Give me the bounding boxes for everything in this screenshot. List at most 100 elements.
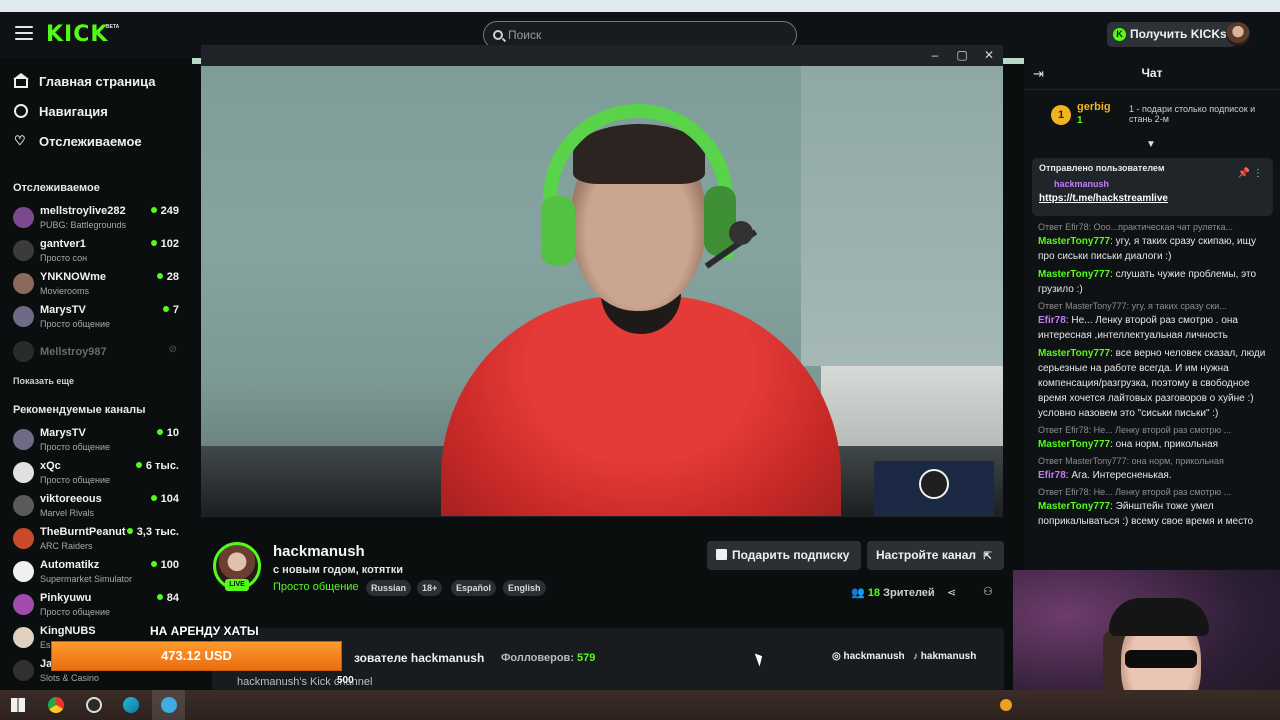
search-input[interactable] — [508, 26, 778, 44]
channel-viewers: 249 — [151, 205, 179, 217]
channel-settings-button[interactable]: Настройте канал ⇱ — [867, 541, 1004, 570]
chat-text: она норм, прикольная — [1115, 439, 1219, 450]
get-kicks-button[interactable]: K Получить KICKs — [1107, 22, 1236, 47]
channel-viewers: 6 тыс. — [136, 460, 179, 472]
maximize-icon[interactable]: ▢ — [953, 47, 971, 63]
followers-label: Фолловеров: — [501, 652, 574, 664]
nav-home[interactable]: Главная страница — [13, 71, 155, 91]
chat-username[interactable]: MasterTony777 — [1038, 269, 1110, 280]
share-icon[interactable]: ⋖ — [947, 586, 956, 599]
channel-category: Просто общение — [40, 442, 110, 452]
recommended-channel-item[interactable]: TheBurntPeanut ARC Raiders 3,3 тыс. — [13, 525, 179, 555]
top-gifter-hint: 1 - подари столько подписок и стань 2-м — [1129, 104, 1256, 124]
video-player[interactable] — [201, 66, 1003, 516]
recommended-channel-item[interactable]: xQc Просто общение 6 тыс. — [13, 459, 179, 489]
chat-username[interactable]: MasterTony777 — [1038, 348, 1110, 359]
followers-count: Фолловеров: 579 — [501, 652, 595, 664]
followed-channel-item[interactable]: gantver1 Просто сон 102 — [13, 237, 179, 267]
close-icon[interactable]: ✕ — [980, 47, 998, 63]
tag-chip[interactable]: English — [503, 580, 546, 596]
pinned-link[interactable]: https://t.me/hackstreamlive — [1039, 193, 1168, 204]
weather-icon[interactable] — [1000, 699, 1012, 711]
external-link-icon: ⇱ — [983, 551, 992, 562]
channel-name: mellstroylive282 — [40, 205, 126, 217]
recommended-channel-item[interactable]: Automatikz Supermarket Simulator 100 — [13, 558, 179, 588]
kick-logo[interactable]: KICK — [46, 22, 108, 47]
chat-username[interactable]: Efir78 — [1038, 315, 1066, 326]
user-avatar[interactable] — [1226, 22, 1250, 46]
pinned-user[interactable]: hackmanush — [1054, 179, 1109, 189]
channel-viewers: 3,3 тыс. — [127, 526, 179, 538]
tag-chip[interactable]: Russian — [366, 580, 412, 596]
channel-name-title[interactable]: hackmanush — [273, 543, 365, 560]
channel-name: MarysTV — [40, 427, 86, 439]
pin-icon[interactable]: 📌 ⋮ — [1238, 168, 1263, 179]
channel-category: Просто общение — [40, 475, 110, 485]
recommended-channel-item[interactable]: MarysTV Просто общение 10 — [13, 426, 179, 456]
pinned-message: Отправлено пользователем hackmanush http… — [1032, 158, 1273, 216]
user-menu-icon[interactable]: ⚇ — [983, 585, 993, 598]
browser-tab-strip — [0, 0, 1280, 12]
recommended-channel-item[interactable]: viktoreeous Marvel Rivals 104 — [13, 492, 179, 522]
windows-start-icon[interactable] — [11, 698, 25, 712]
channel-avatar — [13, 660, 34, 681]
followed-channel-item[interactable]: YNKNOWme Movierooms 28 — [13, 270, 179, 300]
followed-channel-offline[interactable]: Mellstroy987 ⊘ — [13, 338, 179, 368]
channel-viewers: 104 — [151, 493, 179, 505]
channel-avatar — [13, 495, 34, 516]
minimize-icon[interactable]: – — [926, 47, 944, 63]
nav-following[interactable]: ♡ Отслеживаемое — [14, 131, 142, 151]
live-badge: LIVE — [225, 579, 249, 591]
chat-username[interactable]: MasterTony777 — [1038, 439, 1110, 450]
kick-coin-icon: K — [1113, 28, 1126, 41]
facecam-hat — [1109, 598, 1209, 636]
reply-preview[interactable]: Ответ Efir78: Ооо...практическая чат рул… — [1038, 221, 1274, 234]
left-sidebar: Главная страница Навигация ♡ Отслеживаем… — [0, 58, 192, 690]
windows-taskbar — [0, 690, 1280, 720]
chat-message: Ответ Efir78: Не... Ленку второй раз смо… — [1038, 486, 1274, 529]
headset-earcup-left — [541, 196, 575, 266]
channel-avatar — [13, 240, 34, 261]
reply-preview[interactable]: Ответ Efir78: Не... Ленку второй раз смо… — [1038, 424, 1274, 437]
about-title: зователе hackmanush — [354, 651, 485, 665]
tiktok-link[interactable]: ♪ hakmanush — [913, 651, 976, 662]
expand-icon[interactable]: ▼ — [1146, 139, 1156, 150]
chat-username[interactable]: Efir78 — [1038, 470, 1066, 481]
show-more-link[interactable]: Показать еще — [13, 376, 74, 386]
taskbar-active-indicator — [152, 690, 185, 720]
channel-avatar — [13, 528, 34, 549]
chat-text: Не... Ленку второй раз смотрю . она инте… — [1038, 315, 1238, 341]
reply-preview[interactable]: Ответ MasterTony777: угу, я таких сразу … — [1038, 300, 1274, 313]
heart-icon: ♡ — [14, 133, 26, 148]
window-titlebar[interactable]: – ▢ ✕ — [201, 45, 1003, 66]
viewer-count-label: Зрителей — [883, 587, 935, 599]
edge-icon[interactable] — [123, 697, 139, 713]
stream-category-link[interactable]: Просто общение — [273, 581, 359, 593]
chat-text: Ага. Интересненькая. — [1071, 470, 1172, 481]
compass-icon — [14, 104, 28, 118]
chat-username[interactable]: MasterTony777 — [1038, 501, 1110, 512]
reply-preview[interactable]: Ответ Efir78: Не... Ленку второй раз смо… — [1038, 486, 1274, 499]
recommended-channel-item[interactable]: Pinkyuwu Просто общение 84 — [13, 591, 179, 621]
followed-channel-item[interactable]: MarysTV Просто общение 7 — [13, 303, 179, 333]
followed-channel-item[interactable]: mellstroylive282 PUBG: Battlegrounds 249 — [13, 204, 179, 234]
tag-chip[interactable]: 18+ — [417, 580, 443, 596]
chat-message: MasterTony777: слушать чужие проблемы, э… — [1038, 269, 1257, 295]
chrome-icon[interactable] — [48, 697, 64, 713]
chat-username[interactable]: MasterTony777 — [1038, 236, 1110, 247]
instagram-link[interactable]: ◎ hackmanush — [832, 651, 905, 662]
channel-name: xQc — [40, 460, 61, 472]
channel-avatar — [13, 273, 34, 294]
gift-subscription-button[interactable]: Подарить подписку — [707, 541, 861, 570]
top-gifter-name[interactable]: gerbig — [1077, 101, 1111, 113]
tag-chip[interactable]: Español — [451, 580, 497, 596]
channel-category: Просто сон — [40, 253, 88, 263]
recommended-section-title: Рекомендуемые каналы — [13, 404, 146, 416]
menu-icon[interactable] — [15, 26, 33, 40]
obs-icon[interactable] — [86, 697, 102, 713]
donation-goal-target: 500 — [337, 675, 354, 686]
chat-header: ⇥ Чат — [1024, 58, 1280, 90]
reply-preview[interactable]: Ответ MasterTony777: она норм, прикольна… — [1038, 455, 1274, 468]
nav-browse[interactable]: Навигация — [14, 101, 108, 121]
channel-avatar — [13, 207, 34, 228]
